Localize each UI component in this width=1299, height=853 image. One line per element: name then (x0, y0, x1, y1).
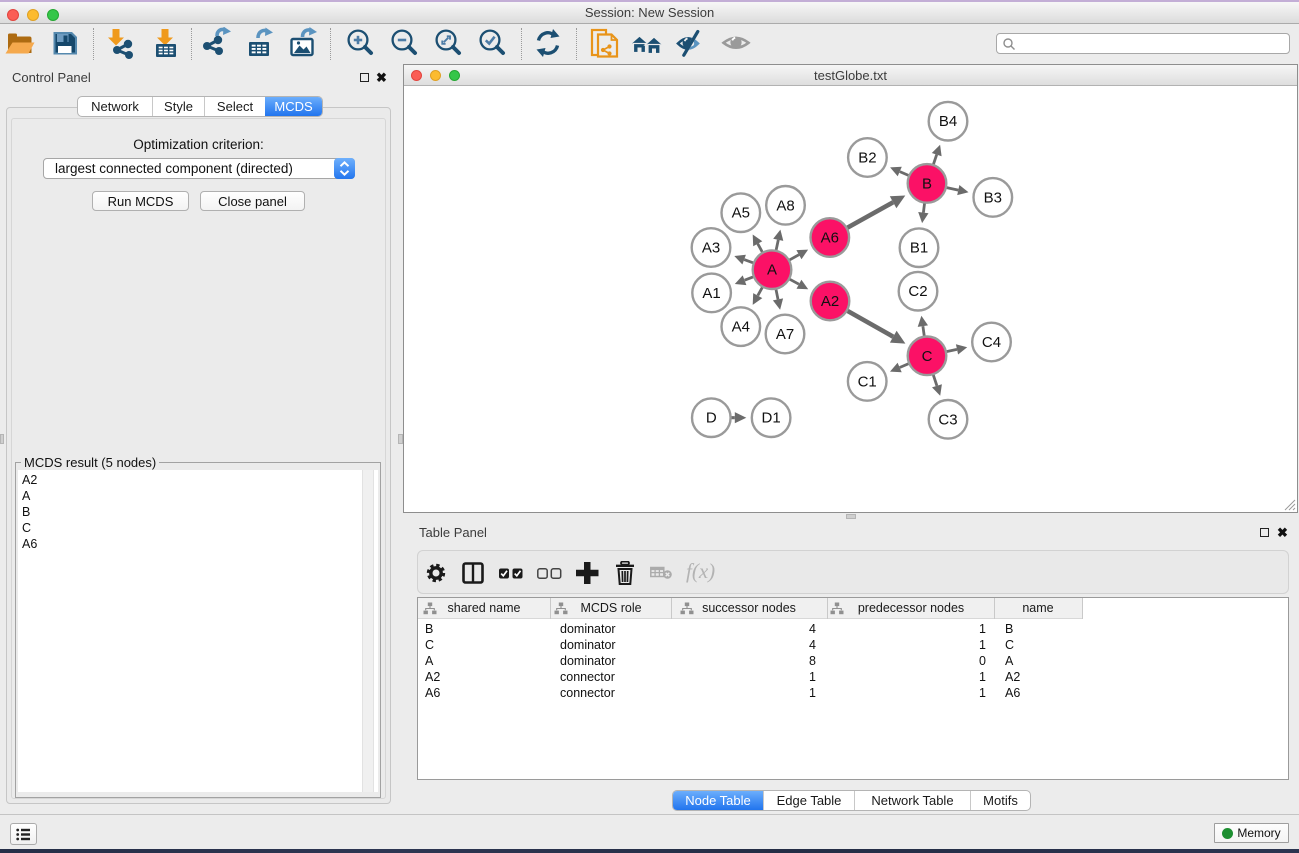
svg-text:C: C (922, 348, 933, 365)
svg-text:C4: C4 (982, 334, 1001, 351)
svg-text:B2: B2 (858, 150, 876, 167)
svg-text:B4: B4 (939, 113, 957, 130)
svg-text:A7: A7 (776, 326, 794, 343)
svg-text:A4: A4 (732, 319, 750, 336)
svg-text:A2: A2 (821, 293, 839, 310)
svg-text:B1: B1 (910, 240, 928, 257)
svg-text:C1: C1 (858, 373, 877, 390)
svg-text:A6: A6 (821, 230, 839, 247)
svg-text:D: D (706, 410, 717, 427)
svg-text:B3: B3 (984, 189, 1002, 206)
svg-text:C3: C3 (938, 411, 957, 428)
svg-text:A8: A8 (776, 197, 794, 214)
svg-text:D1: D1 (762, 410, 781, 427)
svg-text:A3: A3 (702, 240, 720, 257)
svg-text:A: A (767, 262, 777, 279)
svg-text:C2: C2 (908, 283, 927, 300)
svg-text:A5: A5 (732, 205, 750, 222)
svg-text:B: B (922, 175, 932, 192)
svg-text:A1: A1 (702, 285, 720, 302)
